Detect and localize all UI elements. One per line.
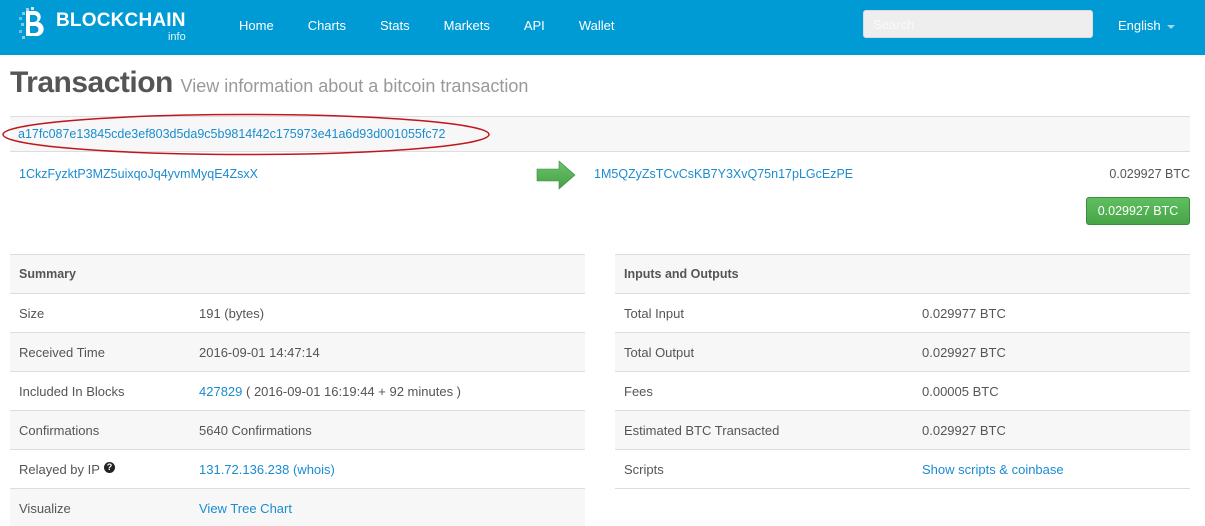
visualize-label: Visualize xyxy=(19,500,71,516)
nav-markets[interactable]: Markets xyxy=(427,0,507,55)
table-row: Confirmations 5640 Confirmations xyxy=(10,411,585,450)
table-row: Included In Blocks 427829 ( 2016-09-01 1… xyxy=(10,372,585,411)
table-row: Fees 0.00005 BTC xyxy=(615,372,1190,411)
table-row: Visualize View Tree Chart xyxy=(10,489,585,526)
io-heading: Inputs and Outputs xyxy=(624,267,739,281)
language-label: English xyxy=(1118,18,1161,33)
nav-home[interactable]: Home xyxy=(222,0,291,55)
brand-sub: info xyxy=(167,31,186,43)
table-row: Relayed by IP? 131.72.136.238 (whois) xyxy=(10,450,585,489)
total-input-value: 0.029977 BTC xyxy=(922,305,1006,321)
total-input-label: Total Input xyxy=(624,305,684,321)
brand-name: BLOCKCHAIN xyxy=(56,10,186,31)
block-detail: ( 2016-09-01 16:19:44 + 92 minutes ) xyxy=(242,383,462,399)
summary-table: Summary Size 191 (bytes) Received Time 2… xyxy=(10,254,585,526)
nav-wallet[interactable]: Wallet xyxy=(562,0,632,55)
show-scripts-link[interactable]: Show scripts & coinbase xyxy=(922,462,1064,477)
brand-logo-link[interactable]: BLOCKCHAIN info xyxy=(18,6,186,50)
inputs-outputs-table: Inputs and Outputs Total Input 0.029977 … xyxy=(615,254,1190,489)
transaction-hash-row: a17fc087e13845cde3ef803d5da9c5b9814f42c1… xyxy=(10,116,1190,152)
size-label: Size xyxy=(19,305,45,321)
relayed-by-ip-label: Relayed by IP xyxy=(19,461,100,477)
summary-heading: Summary xyxy=(19,267,76,281)
input-address-link[interactable]: 1CkzFyzktP3MZ5uixqoJq4yvmMyqE4ZsxX xyxy=(19,167,258,181)
page-title: Transaction xyxy=(10,66,173,99)
total-amount-button[interactable]: 0.029927 BTC xyxy=(1086,197,1190,225)
relayed-ip-link[interactable]: 131.72.136.238 (whois) xyxy=(199,462,335,477)
estimated-label: Estimated BTC Transacted xyxy=(624,422,780,438)
included-blocks-label: Included In Blocks xyxy=(19,383,125,399)
navbar: BLOCKCHAIN info Home Charts Stats Market… xyxy=(0,0,1205,55)
arrow-right-icon xyxy=(536,160,576,190)
confirmations-label: Confirmations xyxy=(19,422,100,438)
blockchain-logo-icon xyxy=(19,7,44,39)
io-header: Inputs and Outputs xyxy=(615,255,1190,294)
included-blocks-value: 427829 ( 2016-09-01 16:19:44 + 92 minute… xyxy=(199,384,461,399)
confirmations-value: 5640 Confirmations xyxy=(199,422,312,438)
output-address-link[interactable]: 1M5QZyZsTCvCsKB7Y3XvQ75n17pLGcEzPE xyxy=(594,167,853,181)
table-row: Size 191 (bytes) xyxy=(10,294,585,333)
view-tree-chart-link[interactable]: View Tree Chart xyxy=(199,501,292,516)
main-nav: Home Charts Stats Markets API Wallet xyxy=(222,0,631,55)
summary-header: Summary xyxy=(10,255,585,294)
nav-api[interactable]: API xyxy=(507,0,562,55)
language-dropdown[interactable]: English xyxy=(1118,0,1175,51)
page-subtitle: View information about a bitcoin transac… xyxy=(180,76,529,96)
table-row: Total Output 0.029927 BTC xyxy=(615,333,1190,372)
relayed-by-ip-label-wrap: Relayed by IP? xyxy=(19,461,115,477)
block-link[interactable]: 427829 xyxy=(199,384,242,399)
transaction-hash-link[interactable]: a17fc087e13845cde3ef803d5da9c5b9814f42c1… xyxy=(18,127,446,141)
table-row: Received Time 2016-09-01 14:47:14 xyxy=(10,333,585,372)
chevron-down-icon xyxy=(1166,24,1175,29)
scripts-label: Scripts xyxy=(624,461,664,477)
search-input[interactable] xyxy=(863,10,1093,38)
table-row: Total Input 0.029977 BTC xyxy=(615,294,1190,333)
received-time-value: 2016-09-01 14:47:14 xyxy=(199,344,320,360)
table-row: Estimated BTC Transacted 0.029927 BTC xyxy=(615,411,1190,450)
received-time-label: Received Time xyxy=(19,344,105,360)
fees-value: 0.00005 BTC xyxy=(922,383,999,399)
estimated-value: 0.029927 BTC xyxy=(922,422,1006,438)
page-header: Transaction View information about a bit… xyxy=(10,66,528,100)
total-output-label: Total Output xyxy=(624,344,695,360)
nav-charts[interactable]: Charts xyxy=(291,0,363,55)
help-icon[interactable]: ? xyxy=(103,461,115,473)
nav-stats[interactable]: Stats xyxy=(363,0,427,55)
table-row: Scripts Show scripts & coinbase xyxy=(615,450,1190,489)
total-output-value: 0.029927 BTC xyxy=(922,344,1006,360)
size-value: 191 (bytes) xyxy=(199,305,265,321)
fees-label: Fees xyxy=(624,383,653,399)
output-amount: 0.029927 BTC xyxy=(1109,167,1190,181)
